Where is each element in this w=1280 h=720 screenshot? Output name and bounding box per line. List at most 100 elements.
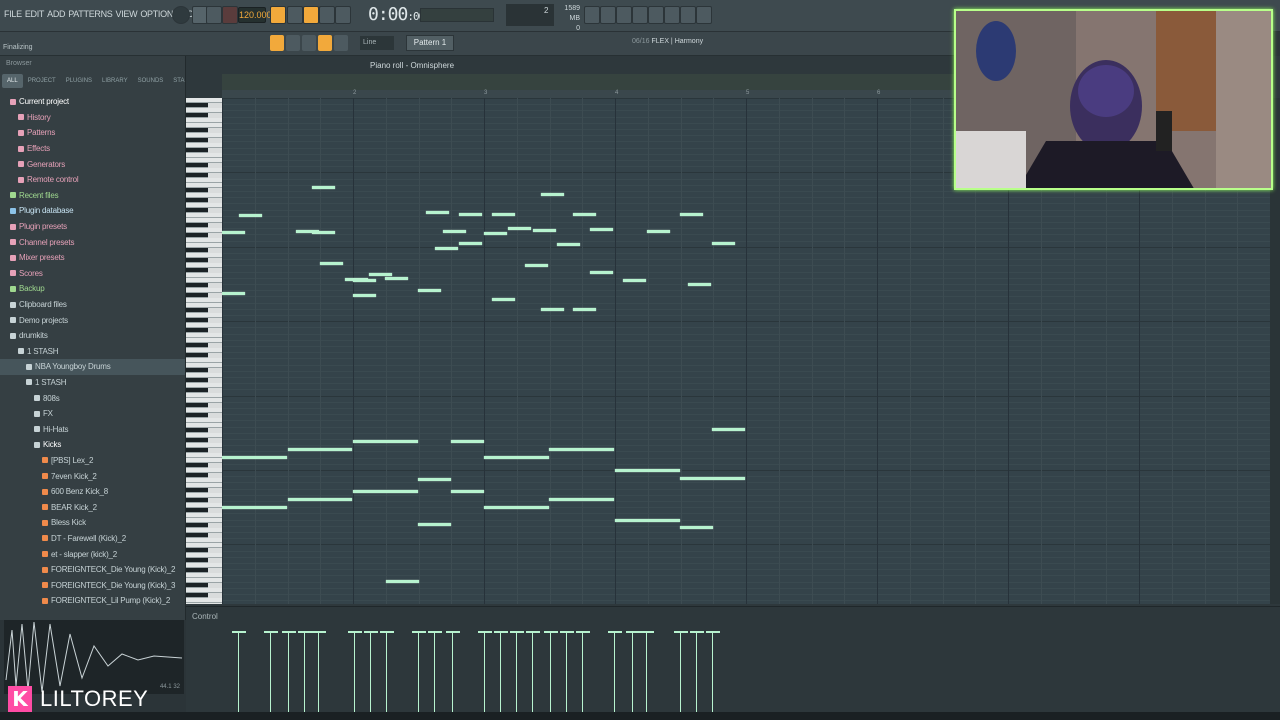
midi-note-long[interactable]: [615, 469, 680, 472]
browser-item[interactable]: Plugin presets: [0, 219, 185, 235]
browser-item[interactable]: History: [0, 110, 185, 126]
velocity-handle[interactable]: [232, 631, 246, 633]
midi-note[interactable]: [239, 214, 262, 217]
midi-note[interactable]: [492, 298, 515, 301]
midi-note[interactable]: [222, 292, 245, 295]
midi-note-long[interactable]: [418, 478, 451, 481]
midi-note[interactable]: [647, 230, 670, 233]
cpu-icon[interactable]: [584, 6, 600, 24]
browser-item[interactable]: FOREIGNTECK_Die Young (Kick)_2: [0, 562, 185, 578]
velocity-stem[interactable]: [712, 632, 713, 712]
midi-note[interactable]: [557, 243, 580, 246]
playlist-buttons[interactable]: [466, 35, 616, 51]
velocity-handle[interactable]: [264, 631, 278, 633]
microphone-icon[interactable]: [616, 6, 632, 24]
velocity-handle[interactable]: [576, 631, 590, 633]
control-lane[interactable]: [186, 606, 1280, 712]
velocity-handle[interactable]: [364, 631, 378, 633]
browser-item[interactable]: Remote control: [0, 172, 185, 188]
browser-tab-starred[interactable]: STARRED: [168, 74, 185, 88]
midi-note[interactable]: [533, 229, 556, 232]
midi-note[interactable]: [712, 242, 735, 245]
plugin-picker-icon[interactable]: [664, 6, 680, 24]
stamp-tool-icon[interactable]: [334, 35, 348, 51]
pattern-select[interactable]: Pattern 1: [406, 35, 454, 51]
velocity-stem[interactable]: [500, 632, 501, 712]
help-icon[interactable]: [632, 6, 648, 24]
velocity-handle[interactable]: [446, 631, 460, 633]
velocity-stem[interactable]: [632, 632, 633, 712]
pat-song-toggle[interactable]: [172, 6, 190, 24]
midi-note[interactable]: [623, 279, 646, 282]
midi-note-long[interactable]: [288, 498, 352, 501]
midi-note-long[interactable]: [549, 448, 614, 451]
velocity-stem[interactable]: [418, 632, 419, 712]
midi-note-long[interactable]: [222, 456, 287, 459]
browser-item[interactable]: Recent files: [0, 188, 185, 204]
download-icon[interactable]: [696, 6, 712, 24]
midi-note[interactable]: [296, 230, 319, 233]
browser-item[interactable]: 600 Benz Kick_8: [0, 484, 185, 500]
midi-note-long[interactable]: [615, 519, 680, 522]
midi-note[interactable]: [459, 213, 482, 216]
velocity-stem[interactable]: [646, 632, 647, 712]
master-volume-slider[interactable]: [420, 8, 494, 22]
velocity-stem[interactable]: [238, 632, 239, 712]
velocity-stem[interactable]: [550, 632, 551, 712]
midi-note[interactable]: [353, 279, 376, 282]
browser-item[interactable]: Channel presets: [0, 234, 185, 250]
velocity-stem[interactable]: [370, 632, 371, 712]
metronome-button[interactable]: [270, 6, 286, 24]
snap-select[interactable]: Line: [360, 36, 394, 50]
browser-item[interactable]: FX: [0, 406, 185, 422]
midi-note[interactable]: [320, 262, 343, 265]
velocity-stem[interactable]: [270, 632, 271, 712]
piano-key-white[interactable]: [186, 603, 222, 604]
browser-item[interactable]: FOREIGNTECK_Die Young (Kick)_3: [0, 577, 185, 593]
velocity-handle[interactable]: [494, 631, 508, 633]
midi-note-long[interactable]: [549, 498, 614, 501]
browser-item[interactable]: BEAR Kick_2: [0, 499, 185, 515]
midi-note[interactable]: [508, 227, 531, 230]
browser-item[interactable]: drumkits: [0, 328, 185, 344]
save-icon[interactable]: [648, 6, 664, 24]
velocity-handle[interactable]: [380, 631, 394, 633]
velocity-handle[interactable]: [544, 631, 558, 633]
browser-item[interactable]: Kicks: [0, 437, 185, 453]
browser-tab-sounds[interactable]: SOUNDS: [133, 74, 169, 88]
midi-note[interactable]: [222, 231, 245, 234]
velocity-stem[interactable]: [566, 632, 567, 712]
browser-item[interactable]: Hi-Hats: [0, 421, 185, 437]
midi-note-long[interactable]: [451, 490, 484, 493]
velocity-handle[interactable]: [282, 631, 296, 633]
midi-note-long[interactable]: [451, 440, 484, 443]
midi-note[interactable]: [443, 230, 466, 233]
velocity-stem[interactable]: [318, 632, 319, 712]
velocity-handle[interactable]: [312, 631, 326, 633]
velocity-stem[interactable]: [484, 632, 485, 712]
velocity-stem[interactable]: [614, 632, 615, 712]
browser-item[interactable]: Scores: [0, 266, 185, 282]
velocity-handle[interactable]: [526, 631, 540, 633]
velocity-stem[interactable]: [434, 632, 435, 712]
midi-note[interactable]: [573, 308, 596, 311]
step-edit-button[interactable]: [319, 6, 335, 24]
velocity-handle[interactable]: [298, 631, 312, 633]
link-tool-icon[interactable]: [318, 35, 332, 51]
browser-item[interactable]: 7even Kick_2: [0, 468, 185, 484]
browser-item[interactable]: Effects: [0, 141, 185, 157]
blend-notes-button[interactable]: [335, 6, 351, 24]
velocity-handle[interactable]: [640, 631, 654, 633]
midi-note[interactable]: [353, 294, 376, 297]
midi-note[interactable]: [492, 213, 515, 216]
midi-note[interactable]: [312, 186, 335, 189]
browser-tab-plugins[interactable]: PLUGINS: [61, 74, 97, 88]
menu-view[interactable]: VIEW: [116, 9, 138, 19]
browser-item[interactable]: [PBS] Lex_2: [0, 453, 185, 469]
browser-item[interactable]: FOREIGNTECK_Lil Pump (Kick)_2: [0, 593, 185, 609]
browser-item[interactable]: Patterns: [0, 125, 185, 141]
menu-file[interactable]: FILE: [4, 9, 22, 19]
midi-note-long[interactable]: [680, 526, 713, 529]
midi-note-long[interactable]: [353, 440, 418, 443]
midi-note-long[interactable]: [418, 523, 451, 526]
